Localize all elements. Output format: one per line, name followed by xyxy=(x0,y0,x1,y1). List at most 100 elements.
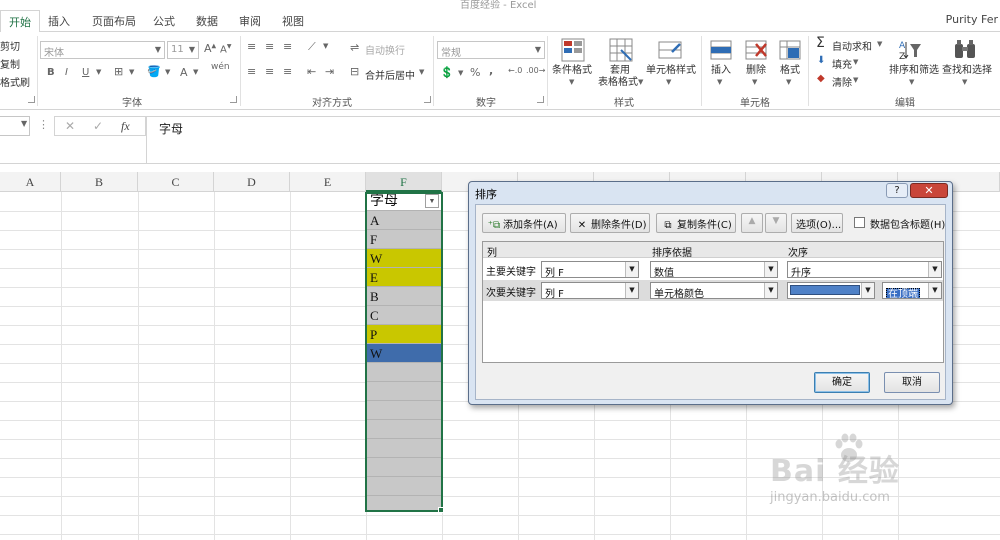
shrink-font-icon[interactable]: A▼ xyxy=(220,43,231,55)
move-down-button[interactable]: ▼ xyxy=(765,213,787,233)
chevron-down-icon[interactable]: ▼ xyxy=(853,58,858,66)
merge-center-icon[interactable]: ⊟ xyxy=(350,65,359,78)
sort-row-primary[interactable]: 主要关键字 列 F ▼ 数值 ▼ 升序 ▼ xyxy=(483,259,943,280)
decrease-indent-icon[interactable]: ⇤ xyxy=(307,65,316,78)
secondary-column-select[interactable]: 列 F ▼ xyxy=(541,282,639,299)
cut-button[interactable]: 剪切 xyxy=(0,38,20,53)
primary-column-select[interactable]: 列 F ▼ xyxy=(541,261,639,278)
data-cell[interactable]: P xyxy=(366,325,441,344)
tab-data[interactable]: 数据 xyxy=(196,13,218,29)
chevron-down-icon[interactable]: ▼ xyxy=(569,78,574,86)
copy-button[interactable]: 复制 xyxy=(0,56,20,71)
sort-filter-icon[interactable]: AZ xyxy=(898,38,922,62)
sort-filter-button[interactable]: 排序和筛选 xyxy=(889,65,939,77)
insert-cells-button[interactable]: 插入 xyxy=(711,65,731,77)
merge-center-button[interactable]: 合并后居中 xyxy=(365,67,415,82)
data-cell[interactable]: W xyxy=(366,344,441,363)
delete-cells-button[interactable]: 删除 xyxy=(746,65,766,77)
more-icon[interactable]: ⋮ xyxy=(38,118,49,131)
secondary-color-select[interactable]: ▼ xyxy=(787,282,875,299)
tab-home[interactable]: 开始 xyxy=(0,10,40,33)
empty-cell[interactable] xyxy=(366,401,441,420)
conditional-format-button[interactable]: 条件格式 xyxy=(552,65,592,77)
number-format-combo[interactable]: 常规 ▼ xyxy=(437,41,545,59)
data-cell[interactable]: F xyxy=(366,230,441,249)
empty-cell[interactable] xyxy=(366,382,441,401)
tab-page-layout[interactable]: 页面布局 xyxy=(92,13,136,29)
fill-handle[interactable] xyxy=(438,507,444,513)
find-select-button[interactable]: 查找和选择 xyxy=(942,65,992,77)
tab-insert[interactable]: 插入 xyxy=(48,13,70,29)
italic-button[interactable]: I xyxy=(65,67,68,78)
chevron-down-icon[interactable]: ▼ xyxy=(419,68,424,76)
column-header-f[interactable]: F xyxy=(366,172,442,192)
empty-cell[interactable] xyxy=(366,496,441,515)
insert-cells-icon[interactable] xyxy=(709,38,733,62)
eraser-icon[interactable]: ◆ xyxy=(817,73,825,84)
empty-cell[interactable] xyxy=(366,477,441,496)
secondary-position-select[interactable]: 在顶端 ▼ xyxy=(882,282,942,299)
number-launcher-icon[interactable] xyxy=(537,96,544,103)
copy-condition-button[interactable]: ⧉ 复制条件(C) xyxy=(656,213,736,233)
cell-styles-icon[interactable] xyxy=(658,38,682,62)
wrap-text-button[interactable]: 自动换行 xyxy=(365,42,405,57)
align-left-icon[interactable]: ≡ xyxy=(247,65,256,78)
increase-indent-icon[interactable]: ⇥ xyxy=(325,65,334,78)
tab-formulas[interactable]: 公式 xyxy=(153,13,175,29)
bold-button[interactable]: B xyxy=(47,67,55,78)
fill-icon[interactable]: ⬇ xyxy=(817,55,825,66)
delete-cells-icon[interactable] xyxy=(744,38,768,62)
format-painter-button[interactable]: 格式刷 xyxy=(0,74,30,89)
underline-button[interactable]: U xyxy=(82,67,89,78)
help-button[interactable]: ? xyxy=(886,183,908,198)
format-cells-icon[interactable] xyxy=(778,38,802,62)
align-middle-icon[interactable]: ≡ xyxy=(265,40,274,53)
autosum-button[interactable]: 自动求和 xyxy=(832,38,872,53)
chevron-down-icon[interactable]: ▼ xyxy=(323,42,328,50)
clear-button[interactable]: 清除 xyxy=(832,74,852,89)
empty-cell[interactable] xyxy=(366,439,441,458)
column-header-a[interactable]: A xyxy=(0,172,61,192)
currency-icon[interactable]: 💲 xyxy=(440,66,454,79)
chevron-down-icon[interactable]: ▼ xyxy=(877,40,882,48)
cancel-icon[interactable]: ✕ xyxy=(65,119,75,133)
column-header-d[interactable]: D xyxy=(214,172,290,192)
filter-dropdown-icon[interactable]: ▼ xyxy=(425,194,439,208)
comma-button[interactable]: , xyxy=(489,64,493,77)
insert-function-button[interactable]: fx xyxy=(121,119,130,134)
chevron-down-icon[interactable]: ▼ xyxy=(752,78,757,86)
phonetic-button[interactable]: wén xyxy=(211,62,230,72)
empty-cell[interactable] xyxy=(366,458,441,477)
options-button[interactable]: 选项(O)... xyxy=(791,213,843,233)
percent-button[interactable]: % xyxy=(470,66,480,79)
sort-row-secondary[interactable]: 次要关键字 列 F ▼ 单元格颜色 ▼ ▼ 在顶端 ▼ xyxy=(483,280,943,301)
chevron-down-icon[interactable]: ▼ xyxy=(165,68,170,76)
delete-condition-button[interactable]: ✕ 删除条件(D) xyxy=(570,213,650,233)
data-cell[interactable]: C xyxy=(366,306,441,325)
column-header-c[interactable]: C xyxy=(138,172,214,192)
tab-view[interactable]: 视图 xyxy=(282,13,304,29)
chevron-down-icon[interactable]: ▼ xyxy=(193,68,198,76)
data-cell[interactable]: A xyxy=(366,211,441,230)
orientation-icon[interactable]: ⟋ xyxy=(308,40,316,54)
column-header-e[interactable]: E xyxy=(290,172,366,192)
cell-styles-button[interactable]: 单元格样式 xyxy=(646,65,696,77)
primary-order-select[interactable]: 升序 ▼ xyxy=(787,261,942,278)
move-up-button[interactable]: ▲ xyxy=(741,213,763,233)
fill-color-icon[interactable]: 🪣 xyxy=(147,65,161,78)
clipboard-launcher-icon[interactable] xyxy=(28,96,35,103)
format-as-table-icon[interactable] xyxy=(609,38,633,62)
chevron-down-icon[interactable]: ▼ xyxy=(717,78,722,86)
formula-input[interactable]: 字母 xyxy=(146,116,1000,164)
align-right-icon[interactable]: ≡ xyxy=(283,65,292,78)
chevron-down-icon[interactable]: ▼ xyxy=(638,78,643,86)
user-name[interactable]: Purity Fer xyxy=(946,13,998,26)
align-bottom-icon[interactable]: ≡ xyxy=(283,40,292,53)
has-header-checkbox[interactable] xyxy=(854,217,865,228)
ok-button[interactable]: 确定 xyxy=(814,372,870,393)
tab-review[interactable]: 审阅 xyxy=(239,13,261,29)
format-as-table-button[interactable]: 表格格式 xyxy=(598,77,638,89)
chevron-down-icon[interactable]: ▼ xyxy=(96,68,101,76)
chevron-down-icon[interactable]: ▼ xyxy=(853,76,858,84)
grow-font-icon[interactable]: A▲ xyxy=(204,42,216,55)
